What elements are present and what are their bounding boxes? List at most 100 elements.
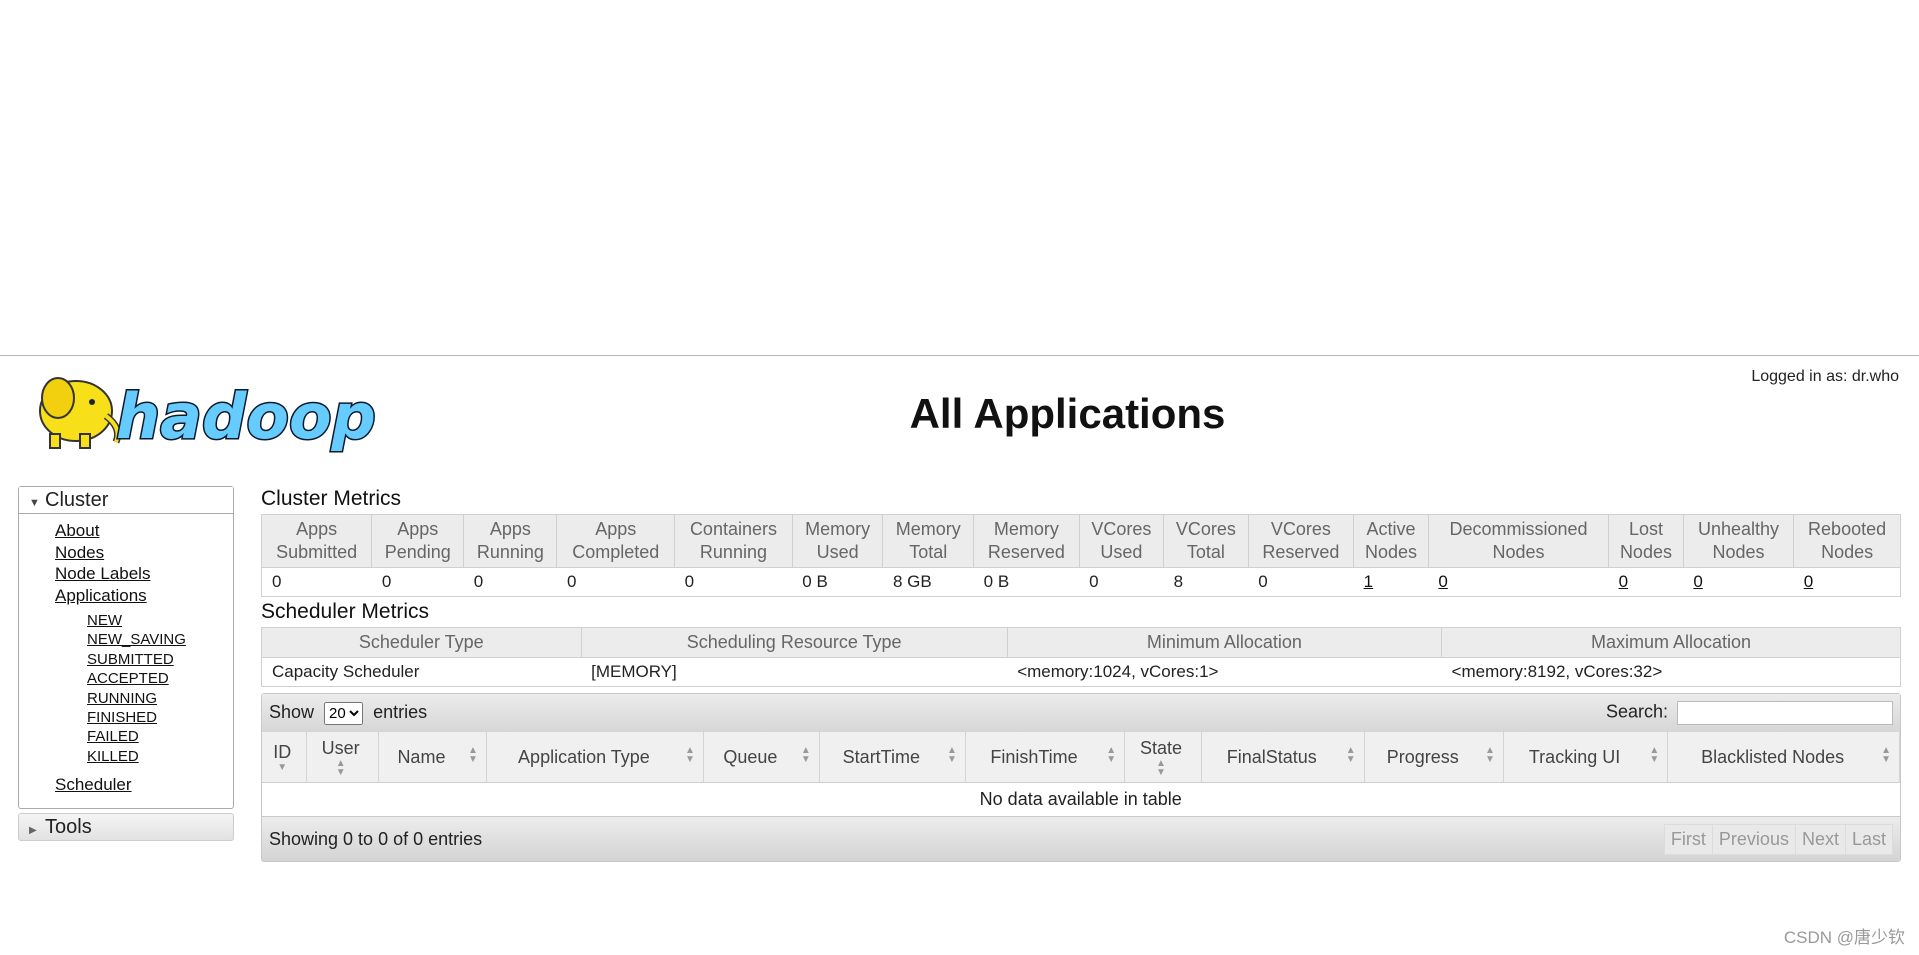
sort-icon: ▲ ▼ — [1484, 745, 1495, 765]
cluster-metric-value: 0 — [260, 567, 372, 597]
cluster-metric-header: Apps Pending — [371, 514, 465, 568]
search-control: Search: — [1606, 701, 1893, 725]
cluster-metric-header: Memory Used — [791, 514, 884, 568]
svg-text:hadoop: hadoop — [116, 380, 376, 453]
cluster-metric-header: Rebooted Nodes — [1793, 514, 1901, 568]
cluster-metric-value: 0 — [674, 567, 793, 597]
logged-in-status: Logged in as: dr.who — [1751, 368, 1899, 385]
nav-link-state-killed[interactable]: KILLED — [87, 747, 233, 766]
pager-first-button[interactable]: First — [1663, 823, 1713, 855]
cluster-metric-value: 0 B — [973, 567, 1080, 597]
cluster-metric-header: Memory Total — [882, 514, 975, 568]
hadoop-logo[interactable]: hadoop — [18, 366, 393, 456]
cluster-metric-link[interactable]: 0 — [1693, 572, 1702, 591]
cluster-metric-value: 0 — [1608, 567, 1684, 597]
column-header-name[interactable]: Name ▲ ▼ — [378, 732, 487, 783]
cluster-metric-link[interactable]: 1 — [1364, 572, 1373, 591]
cluster-metric-value: 0 — [1248, 567, 1354, 597]
column-header-blacklisted-nodes[interactable]: Blacklisted Nodes ▲ ▼ — [1667, 732, 1900, 783]
cluster-metric-value: 1 — [1353, 567, 1429, 597]
pager-previous-button[interactable]: Previous — [1711, 823, 1796, 855]
sort-icon: ▲ ▼ — [800, 745, 811, 765]
sidebar-nav: ▼ Cluster About Nodes Node Labels Applica… — [18, 486, 234, 841]
cluster-metric-link[interactable]: 0 — [1804, 572, 1813, 591]
nav-link-node-labels[interactable]: Node Labels — [55, 563, 233, 585]
page-size-control: Show 20 entries — [269, 701, 428, 725]
pagination: First Previous Next Last — [1663, 823, 1893, 855]
nav-link-scheduler[interactable]: Scheduler — [55, 774, 233, 796]
nav-link-state-accepted[interactable]: ACCEPTED — [87, 669, 233, 688]
triangle-down-icon: ▼ — [29, 497, 40, 509]
sort-icon: ▲ ▼ — [1649, 745, 1660, 765]
sort-icon: ▲ ▼ — [335, 757, 346, 778]
cluster-metric-value: 0 — [1428, 567, 1609, 597]
column-header-progress[interactable]: Progress ▲ ▼ — [1364, 732, 1504, 783]
cluster-metric-value: 8 GB — [882, 567, 974, 597]
scheduler-metric-header: Scheduling Resource Type — [580, 627, 1008, 658]
scheduler-metric-value: Capacity Scheduler — [261, 657, 582, 687]
blank-area — [0, 0, 1919, 355]
pager-next-button[interactable]: Next — [1794, 823, 1846, 855]
cluster-metric-link[interactable]: 0 — [1619, 572, 1628, 591]
tools-label: Tools — [45, 815, 92, 838]
nav-link-applications[interactable]: Applications — [55, 585, 233, 607]
sort-icon: ▲ ▼ — [947, 745, 957, 765]
nav-link-state-submitted[interactable]: SUBMITTED — [87, 650, 233, 669]
column-header-finalstatus[interactable]: FinalStatus ▲ ▼ — [1201, 732, 1365, 783]
column-header-id[interactable]: ID ▼ — [262, 732, 308, 783]
cluster-metrics-table: Apps Submitted Apps Pending Apps Running Apps C… — [260, 514, 1901, 597]
scheduler-metric-header: Minimum Allocation — [1006, 627, 1443, 658]
cluster-metrics-title: Cluster Metrics — [261, 487, 402, 510]
entries-label: entries — [373, 701, 428, 722]
nav-link-state-finished[interactable]: FINISHED — [87, 708, 233, 727]
watermark: CSDN @唐少钦 — [1783, 928, 1905, 947]
column-header-starttime[interactable]: StartTime ▲ ▼ — [819, 732, 966, 783]
scheduler-metrics-title: Scheduler Metrics — [261, 600, 430, 623]
scheduler-metrics-table: Scheduler Type Scheduling Resource Type Mi… — [261, 627, 1901, 687]
cluster-metric-value: 0 — [1793, 567, 1901, 597]
cluster-metric-header: Containers Running — [674, 514, 793, 568]
nav-link-state-new-saving[interactable]: NEW_SAVING — [87, 630, 233, 649]
sort-icon: ▲ ▼ — [1881, 745, 1891, 765]
sort-icon: ▲ ▼ — [1106, 745, 1117, 765]
cluster-metric-value: 0 — [1079, 567, 1164, 597]
pager-last-button[interactable]: Last — [1844, 823, 1893, 855]
cluster-metric-header: VCores Used — [1078, 514, 1165, 568]
tools-accordion-header[interactable]: ▶ Tools — [18, 812, 234, 841]
cluster-label: Cluster — [45, 489, 109, 511]
nav-link-state-running[interactable]: RUNNING — [87, 689, 233, 708]
cluster-metric-value: 0 — [371, 567, 464, 597]
search-input[interactable] — [1677, 701, 1893, 725]
scheduler-metric-header: Maximum Allocation — [1441, 627, 1901, 658]
cluster-links: About Nodes Node Labels Applications NEW… — [19, 514, 233, 808]
sort-icon: ▲ ▼ — [1345, 745, 1356, 765]
cluster-metric-value: 0 B — [792, 567, 883, 597]
main-content: Cluster Metrics Apps Submitted Apps Pending… — [260, 484, 1901, 862]
column-header-application-type[interactable]: Application Type ▲ ▼ — [486, 732, 704, 783]
cluster-metric-header: Unhealthy Nodes — [1682, 514, 1795, 568]
cluster-metric-header: Decommissioned Nodes — [1427, 514, 1610, 568]
column-header-finishtime[interactable]: FinishTime ▲ ▼ — [965, 732, 1126, 783]
cluster-metric-header: VCores Reserved — [1247, 514, 1355, 568]
column-header-state[interactable]: State ▲ ▼ — [1124, 732, 1202, 783]
column-header-tracking-ui[interactable]: Tracking UI ▲ ▼ — [1503, 732, 1669, 783]
scheduler-metric-value: <memory:1024, vCores:1> — [1007, 657, 1442, 687]
sort-icon: ▲ ▼ — [685, 745, 695, 765]
cluster-metric-header: Memory Reserved — [973, 514, 1080, 568]
nav-link-state-failed[interactable]: FAILED — [87, 727, 233, 746]
column-header-queue[interactable]: Queue ▲ ▼ — [703, 732, 820, 783]
cluster-metric-header: Lost Nodes — [1608, 514, 1684, 568]
page-size-select[interactable]: 20 — [324, 701, 364, 725]
sort-icon: ▲ ▼ — [468, 745, 478, 765]
nav-link-nodes[interactable]: Nodes — [55, 542, 233, 564]
cluster-metric-link[interactable]: 0 — [1438, 572, 1447, 591]
nav-link-state-new[interactable]: NEW — [87, 611, 233, 630]
apps-table-footer: Showing 0 to 0 of 0 entries First Previou… — [262, 816, 1900, 861]
show-label: Show — [269, 701, 315, 722]
nav-link-about[interactable]: About — [55, 520, 233, 542]
cluster-accordion: ▼ Cluster About Nodes Node Labels Applica… — [18, 486, 234, 809]
cluster-metric-header: Active Nodes — [1353, 514, 1429, 568]
cluster-metric-value: 0 — [463, 567, 557, 597]
column-header-user[interactable]: User ▲ ▼ — [306, 732, 379, 783]
cluster-accordion-header[interactable]: ▼ Cluster — [19, 487, 233, 514]
